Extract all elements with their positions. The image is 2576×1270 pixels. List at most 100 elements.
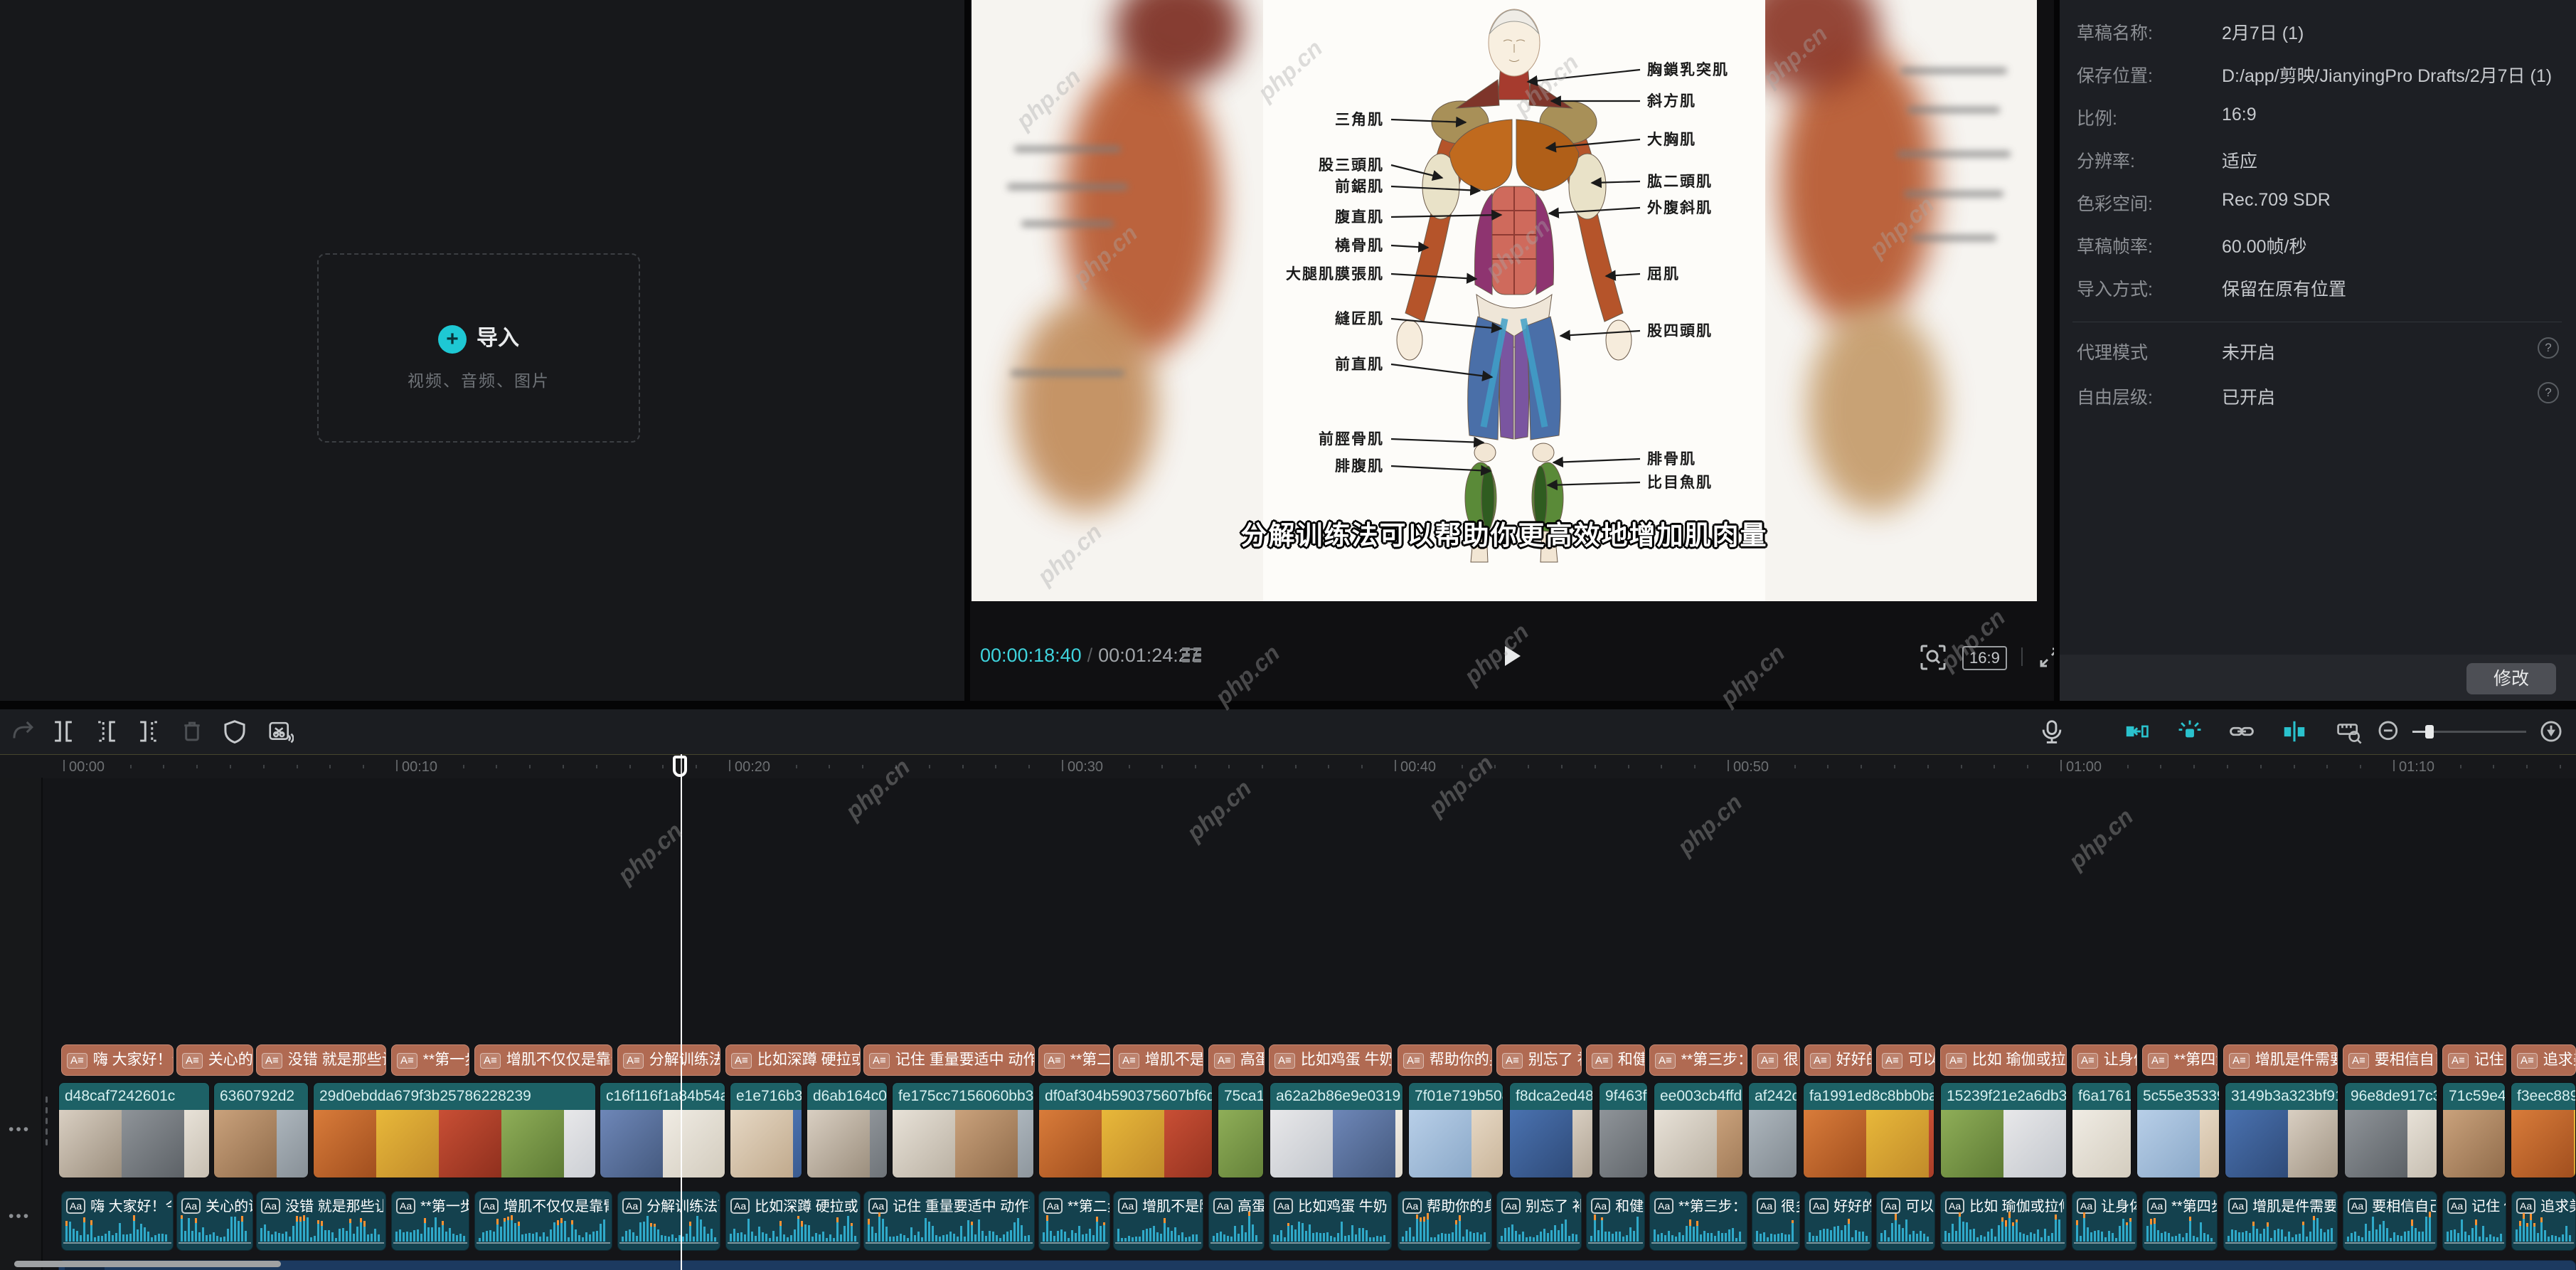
split-keep-left-icon[interactable] — [93, 718, 120, 745]
snap-to-clip-icon[interactable] — [2123, 718, 2150, 745]
tts-audio-clip[interactable]: Aa很多 — [1752, 1191, 1800, 1251]
text-clip[interactable]: A≡增肌是件需要耐 — [2223, 1044, 2338, 1076]
tts-audio-clip[interactable]: Aa嗨 大家好！今 — [61, 1191, 174, 1251]
modify-button[interactable]: 修改 — [2466, 663, 2556, 694]
redo-icon[interactable] — [10, 718, 37, 745]
tts-audio-clip[interactable]: Aa**第一步 — [391, 1191, 469, 1251]
import-dropzone[interactable]: +导入 视频、音频、图片 — [317, 253, 640, 443]
text-clip[interactable]: A≡分解训练法可 — [617, 1044, 720, 1076]
text-clip[interactable]: A≡比如鸡蛋 牛奶 鱼肉 — [1269, 1044, 1392, 1076]
text-clip[interactable]: A≡别忘了 补充 — [1496, 1044, 1582, 1076]
video-clip[interactable]: e1e716b33fdb5 — [730, 1082, 802, 1178]
video-clip[interactable]: 3149b3a323bf91 — [2225, 1082, 2338, 1178]
help-icon[interactable]: ? — [2538, 337, 2559, 359]
tts-audio-clip[interactable]: Aa和健康 — [1586, 1191, 1645, 1251]
tts-audio-clip[interactable]: Aa记住 重量要适中 动作要 — [863, 1191, 1035, 1251]
tts-audio-clip[interactable]: Aa比如 瑜伽或拉伸 — [1940, 1191, 2067, 1251]
mask-shield-icon[interactable] — [221, 718, 248, 745]
video-clip[interactable]: c16f116f1a84b54add7 — [600, 1082, 725, 1178]
video-clip[interactable]: d6ab164c0179001c5 — [807, 1082, 888, 1178]
text-clip[interactable]: A≡增肌不仅仅是靠臂力 — [474, 1044, 612, 1076]
text-clip[interactable]: A≡让身体 — [2072, 1044, 2137, 1076]
text-clip[interactable]: A≡增肌不是随 — [1113, 1044, 1203, 1076]
audio-extract-icon[interactable] — [267, 718, 294, 745]
preview-axis-icon[interactable] — [2281, 718, 2308, 745]
playhead-line[interactable] — [681, 754, 682, 1270]
tts-audio-clip[interactable]: Aa让身体 — [2072, 1191, 2137, 1251]
tts-audio-clip[interactable]: Aa高蛋白 — [1208, 1191, 1265, 1251]
tts-audio-clip[interactable]: Aa分解训练法可 — [617, 1191, 720, 1251]
tts-audio-clip[interactable]: Aa关心的话 — [176, 1191, 253, 1251]
aspect-ratio-button[interactable]: 16:9 — [1962, 646, 2007, 670]
text-clip[interactable]: A≡和健康 — [1586, 1044, 1645, 1076]
video-preview[interactable]: 三角肌股三頭肌前鋸肌腹直肌橈骨肌大腿肌膜張肌縫匠肌前直肌前脛骨肌腓腹肌胸鎖乳突肌… — [972, 0, 2037, 601]
tts-audio-clip[interactable]: Aa比如深蹲 硬拉或是 — [725, 1191, 861, 1251]
video-clip[interactable]: 9f463fc7 — [1599, 1082, 1648, 1178]
zoom-fit-icon[interactable] — [2538, 718, 2565, 745]
video-clip[interactable]: 15239f21e2a6db36 — [1940, 1082, 2067, 1178]
video-clip[interactable]: 96e8de917c3e — [2344, 1082, 2437, 1178]
tts-audio-clip[interactable]: Aa增肌不仅仅是靠臂力 — [474, 1191, 612, 1251]
video-clip[interactable]: f6a17619 — [2072, 1082, 2131, 1178]
text-clip[interactable]: A≡追求美 — [2511, 1044, 2576, 1076]
video-clip[interactable]: a62a2b86e9e0319 — [1270, 1082, 1403, 1178]
playhead-handle[interactable] — [673, 756, 687, 777]
video-clip[interactable]: f3eec889 — [2511, 1082, 2576, 1178]
timeline-ruler-icon[interactable] — [2336, 718, 2363, 745]
preview-quality-icon[interactable] — [1178, 642, 1206, 670]
video-clip[interactable]: 7f01e719b508 — [1408, 1082, 1503, 1178]
help-icon[interactable]: ? — [2538, 382, 2559, 403]
video-clip[interactable]: ee003cb4ffd6 — [1654, 1082, 1743, 1178]
zoom-slider-knob[interactable] — [2425, 725, 2434, 739]
tts-audio-clip[interactable]: Aa记住 你 — [2442, 1191, 2506, 1251]
music-clip[interactable]: 幻宙 — [58, 1260, 2576, 1270]
horizontal-scrollbar[interactable] — [14, 1261, 281, 1267]
text-clip[interactable]: A≡没错 就是那些让你 — [256, 1044, 386, 1076]
text-clip[interactable]: A≡比如深蹲 硬拉或是 — [725, 1044, 861, 1076]
text-clip[interactable]: A≡可以让 — [1876, 1044, 1935, 1076]
video-track-menu[interactable]: ••• — [9, 1121, 31, 1138]
text-clip[interactable]: A≡嗨 大家好！今 — [61, 1044, 174, 1076]
tts-audio-clip[interactable]: Aa好好的 — [1804, 1191, 1872, 1251]
magnetic-snap-icon[interactable] — [2176, 718, 2203, 745]
video-clip[interactable]: 71c59e40 — [2442, 1082, 2506, 1178]
tts-audio-clip[interactable]: Aa比如鸡蛋 牛奶 鱼肉 — [1269, 1191, 1392, 1251]
text-clip[interactable]: A≡帮助你的身 — [1398, 1044, 1492, 1076]
tts-audio-clip[interactable]: Aa**第二步 — [1038, 1191, 1110, 1251]
tts-audio-clip[interactable]: Aa帮助你的身 — [1398, 1191, 1492, 1251]
tts-audio-clip[interactable]: Aa增肌不是随 — [1113, 1191, 1203, 1251]
video-clip[interactable]: 5c55e35339 — [2136, 1082, 2220, 1178]
record-voiceover-icon[interactable] — [2038, 718, 2065, 745]
timeline-ruler[interactable]: 00:0000:1000:2000:3000:4000:5001:0001:10 — [0, 754, 2576, 778]
video-clip[interactable]: fa1991ed8c8bb0ba — [1803, 1082, 1934, 1178]
video-clip[interactable]: 6360792d2 — [213, 1082, 309, 1178]
text-clip[interactable]: A≡要相信自己 — [2343, 1044, 2437, 1076]
text-clip[interactable]: A≡记住 重量要适中 动作要 — [863, 1044, 1035, 1076]
split-icon[interactable] — [50, 718, 77, 745]
video-clip[interactable]: af242c — [1748, 1082, 1797, 1178]
audio-track-menu[interactable]: ••• — [9, 1208, 31, 1225]
text-clip[interactable]: A≡很多 — [1752, 1044, 1800, 1076]
timeline-zoom-slider[interactable] — [2412, 731, 2526, 733]
video-clip[interactable]: d48caf7242601c — [58, 1082, 210, 1178]
play-button[interactable] — [1495, 640, 1526, 672]
text-clip[interactable]: A≡**第二步 — [1038, 1044, 1110, 1076]
text-clip[interactable]: A≡**第一步 — [391, 1044, 469, 1076]
zoom-out-icon[interactable] — [2375, 718, 2402, 745]
text-clip[interactable]: A≡高蛋白 — [1208, 1044, 1265, 1076]
split-keep-right-icon[interactable] — [135, 718, 162, 745]
tts-audio-clip[interactable]: Aa**第三步： — [1649, 1191, 1747, 1251]
tts-audio-clip[interactable]: Aa**第四步 — [2142, 1191, 2218, 1251]
text-clip[interactable]: A≡关心的话 — [176, 1044, 253, 1076]
tts-audio-clip[interactable]: Aa没错 就是那些让你 — [256, 1191, 386, 1251]
text-clip[interactable]: A≡比如 瑜伽或拉伸 — [1940, 1044, 2067, 1076]
tts-audio-clip[interactable]: Aa增肌是件需要耐 — [2223, 1191, 2338, 1251]
video-clip[interactable]: fe175cc7156060bb3581a — [892, 1082, 1034, 1178]
video-clip[interactable]: df0af304b590375607bf6d — [1038, 1082, 1213, 1178]
video-clip[interactable]: 29d0ebdda679f3b25786228239 — [313, 1082, 596, 1178]
tts-audio-clip[interactable]: Aa要相信自己 — [2343, 1191, 2437, 1251]
text-clip[interactable]: A≡**第三步： — [1649, 1044, 1747, 1076]
video-clip[interactable]: 75ca17c — [1218, 1082, 1264, 1178]
link-clips-icon[interactable] — [2228, 718, 2255, 745]
text-clip[interactable]: A≡记住 你 — [2442, 1044, 2506, 1076]
